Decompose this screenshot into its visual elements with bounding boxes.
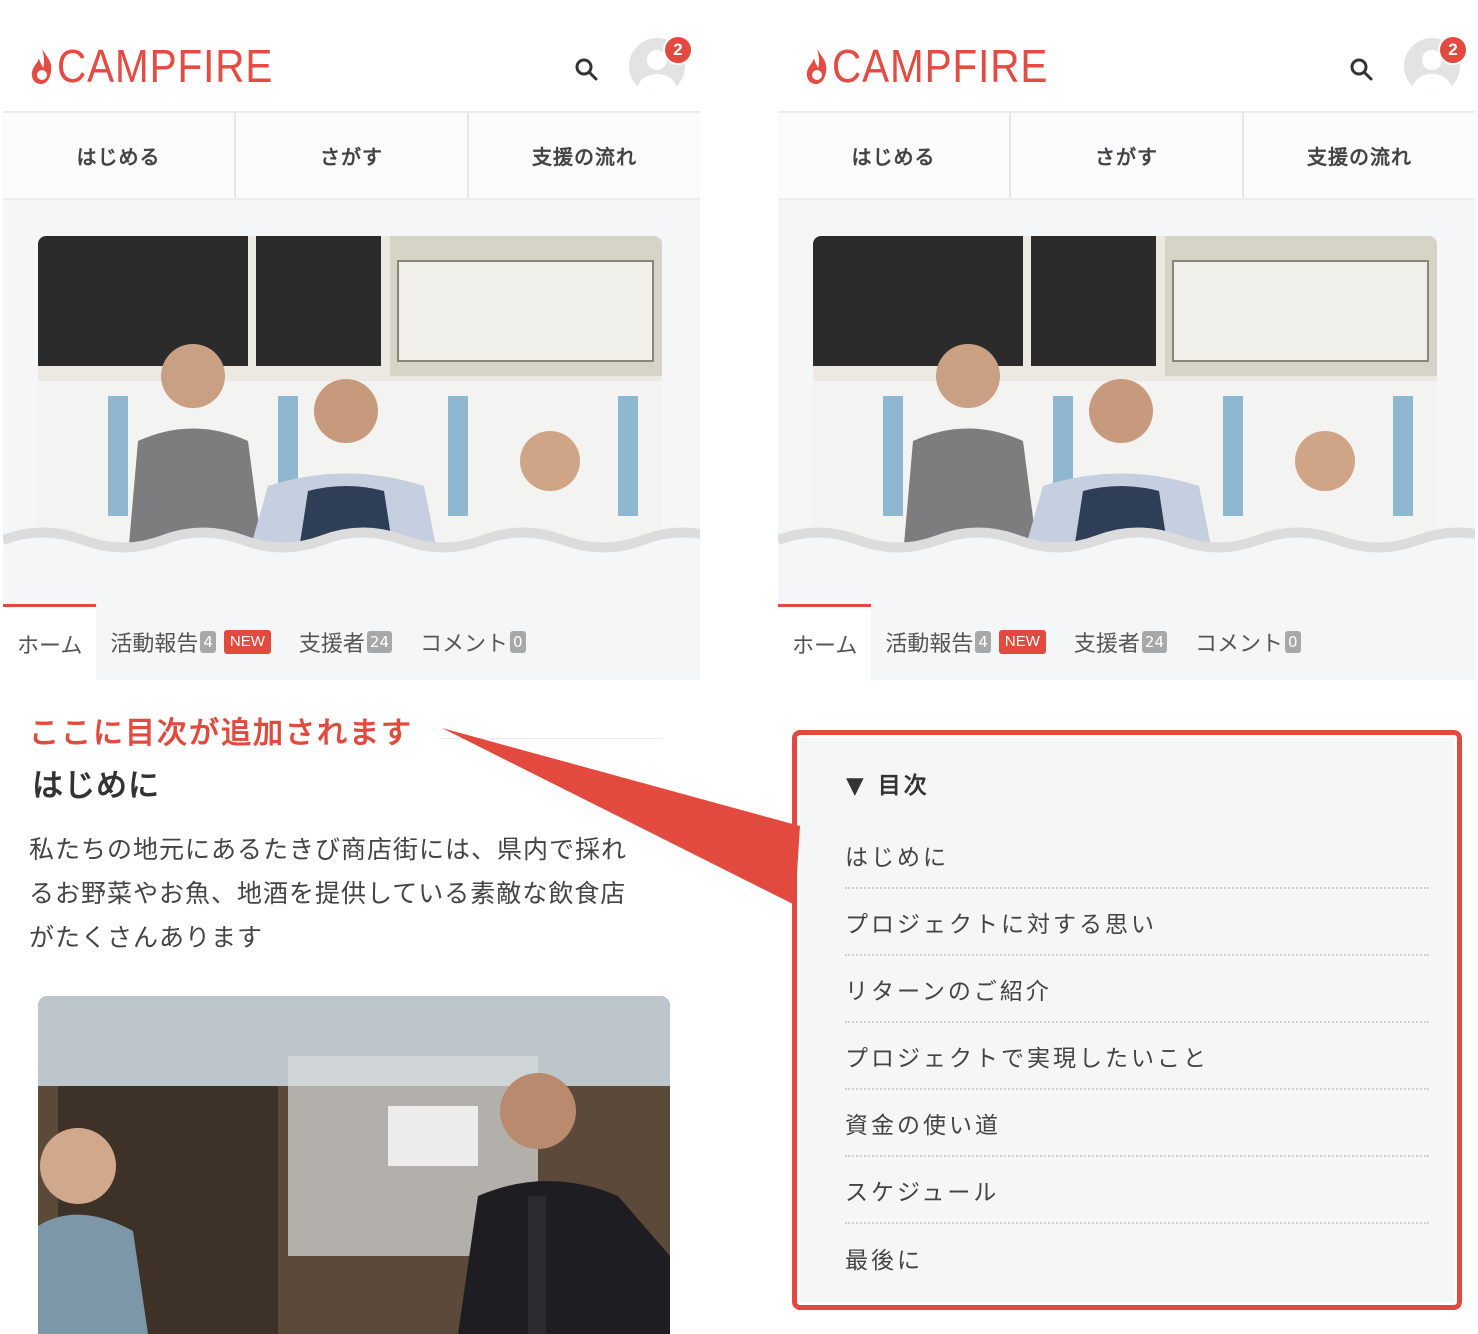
- tab-activity[interactable]: 活動報告 4 NEW: [871, 604, 1060, 680]
- campfire-logo[interactable]: CAMPFIRE: [804, 38, 1078, 94]
- activity-count: 4: [975, 631, 991, 653]
- tab-activity[interactable]: 活動報告 4 NEW: [96, 604, 285, 680]
- tab-comments[interactable]: コメント 0: [1181, 604, 1315, 680]
- flame-icon: [806, 48, 827, 84]
- new-badge: NEW: [223, 630, 271, 654]
- section-title: はじめに: [32, 768, 160, 804]
- tab-supporters[interactable]: 支援者 24: [1060, 604, 1181, 680]
- nav-search[interactable]: さがす: [1011, 113, 1244, 198]
- tab-comments[interactable]: コメント 0: [406, 604, 540, 680]
- project-tabs: ホーム 活動報告 4 NEW 支援者 24 コメント 0: [778, 604, 1475, 680]
- tab-home[interactable]: ホーム: [778, 604, 872, 680]
- project-tabs: ホーム 活動報告 4 NEW 支援者 24 コメント 0: [3, 604, 700, 680]
- main-nav: はじめる さがす 支援の流れ: [778, 113, 1475, 200]
- campfire-logo[interactable]: CAMPFIRE: [29, 38, 303, 94]
- site-header: CAMPFIRE 2: [778, 0, 1475, 113]
- phone-screen-before: CAMPFIRE 2 はじめる さがす 支援の流れ ホーム 活動報告 4 NEW…: [3, 0, 700, 1334]
- toc-annotation: ここに目次が追加されます: [29, 716, 413, 751]
- annotation-underline: [440, 738, 662, 739]
- notification-badge[interactable]: 2: [663, 35, 693, 65]
- nav-flow[interactable]: 支援の流れ: [469, 113, 700, 198]
- activity-count: 4: [200, 631, 216, 653]
- new-badge: NEW: [998, 630, 1046, 654]
- nav-flow[interactable]: 支援の流れ: [1244, 113, 1475, 198]
- tab-home[interactable]: ホーム: [3, 604, 97, 680]
- site-header: CAMPFIRE 2: [3, 0, 700, 113]
- supporters-count: 24: [1141, 631, 1168, 653]
- search-icon[interactable]: [573, 56, 599, 82]
- nav-search[interactable]: さがす: [236, 113, 469, 198]
- search-icon[interactable]: [1348, 56, 1374, 82]
- flame-icon: [31, 48, 52, 84]
- supporters-count: 24: [366, 631, 393, 653]
- toc-highlight-frame: [792, 730, 1462, 1310]
- main-nav: はじめる さがす 支援の流れ: [3, 113, 700, 200]
- brand-name: CAMPFIRE: [57, 40, 274, 92]
- wave-divider: [778, 527, 1475, 580]
- intro-paragraph: 私たちの地元にあるたきび商店街には、県内で採れ るお野菜やお魚、地酒を提供してい…: [29, 835, 628, 952]
- tab-supporters[interactable]: 支援者 24: [285, 604, 406, 680]
- nav-start[interactable]: はじめる: [778, 113, 1011, 198]
- wave-divider: [3, 527, 700, 580]
- nav-start[interactable]: はじめる: [3, 113, 236, 198]
- brand-name: CAMPFIRE: [832, 40, 1049, 92]
- comments-count: 0: [510, 631, 526, 653]
- hero-image-cafe-staff: [813, 236, 1437, 556]
- notification-badge[interactable]: 2: [1438, 35, 1468, 65]
- hero-image-cafe-staff: [38, 236, 662, 556]
- restaurant-photo: [38, 996, 670, 1334]
- comments-count: 0: [1285, 631, 1301, 653]
